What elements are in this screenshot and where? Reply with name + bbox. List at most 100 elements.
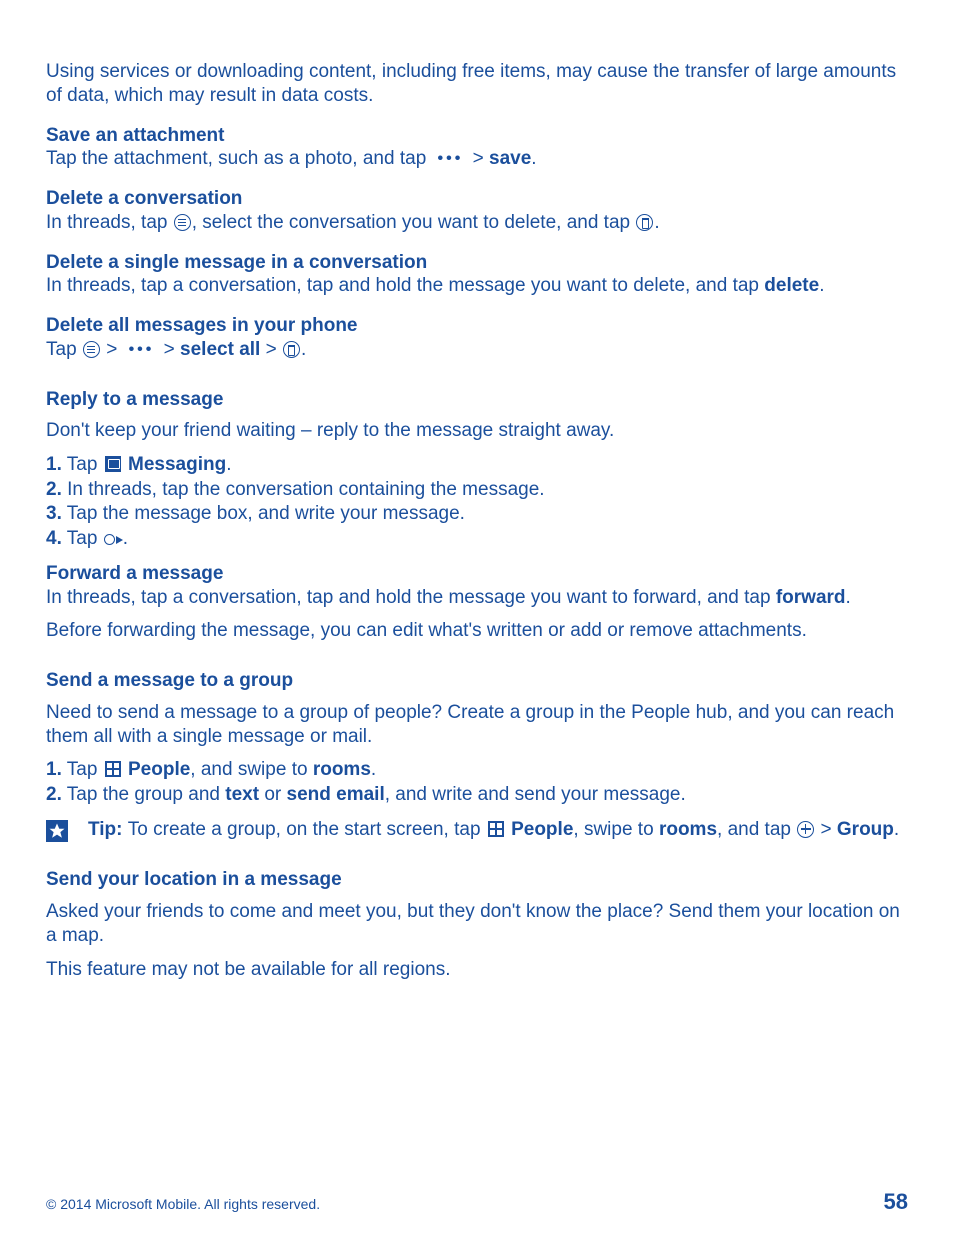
page-footer: © 2014 Microsoft Mobile. All rights rese… — [46, 1189, 908, 1215]
list-item: 2. Tap the group and text or send email,… — [46, 783, 908, 808]
heading-reply: Reply to a message — [46, 388, 908, 412]
text-fragment: . — [371, 759, 376, 780]
select-list-icon — [83, 341, 100, 358]
tip-label: Tip: — [88, 819, 128, 840]
label-delete: delete — [764, 275, 819, 296]
text-fragment: > — [473, 148, 489, 169]
steps-reply: 1. Tap Messaging. 2. In threads, tap the… — [46, 453, 908, 552]
label-rooms: rooms — [659, 819, 717, 840]
label-messaging: Messaging — [123, 454, 226, 475]
text-fragment: Tap the message box, and write your mess… — [62, 503, 465, 524]
step-number: 1. — [46, 759, 62, 780]
text-fragment: > — [164, 339, 180, 360]
text-fragment: , and write and send your message. — [385, 784, 686, 805]
step-number: 1. — [46, 454, 62, 475]
text-fragment: > — [106, 339, 122, 360]
text-fragment: , select the conversation you want to de… — [192, 212, 636, 233]
heading-delete-conversation: Delete a conversation — [46, 187, 908, 211]
text-fragment: , and swipe to — [190, 759, 313, 780]
tip-text: Tip: To create a group, on the start scr… — [80, 818, 899, 843]
label-select-all: select all — [180, 339, 260, 360]
text-location-1: Asked your friends to come and meet you,… — [46, 900, 908, 948]
text-fragment: . — [226, 454, 231, 475]
section-delete-conversation: Delete a conversation In threads, tap , … — [46, 187, 908, 235]
text-fragment: To create a group, on the start screen, … — [128, 819, 486, 840]
text-fragment: Tap the group and — [62, 784, 225, 805]
text-delete-single: In threads, tap a conversation, tap and … — [46, 274, 908, 298]
heading-location: Send your location in a message — [46, 868, 908, 892]
label-forward: forward — [776, 587, 846, 608]
text-fragment: In threads, tap a conversation, tap and … — [46, 275, 764, 296]
text-fragment: Tap — [46, 339, 82, 360]
label-group: Group — [837, 819, 894, 840]
trash-icon — [283, 341, 300, 358]
text-fragment: > — [815, 819, 837, 840]
label-people: People — [506, 819, 574, 840]
text-forward-1: In threads, tap a conversation, tap and … — [46, 586, 908, 610]
footer-page-number: 58 — [884, 1189, 908, 1215]
section-delete-all: Delete all messages in your phone Tap > … — [46, 314, 908, 362]
text-fragment: . — [301, 339, 306, 360]
text-fragment: . — [654, 212, 659, 233]
text-fragment: or — [259, 784, 286, 805]
label-save: save — [489, 148, 531, 169]
text-fragment: Tap the attachment, such as a photo, and… — [46, 148, 432, 169]
text-fragment: , and tap — [717, 819, 796, 840]
document-page: Using services or downloading content, i… — [0, 0, 954, 1257]
select-list-icon — [174, 214, 191, 231]
text-fragment: In threads, tap the conversation contain… — [62, 479, 545, 500]
heading-delete-single: Delete a single message in a conversatio… — [46, 251, 908, 275]
list-item: 1. Tap People, and swipe to rooms. — [46, 758, 908, 783]
text-delete-all: Tap > ••• > select all > . — [46, 338, 908, 362]
heading-delete-all: Delete all messages in your phone — [46, 314, 908, 338]
text-group-intro: Need to send a message to a group of peo… — [46, 701, 908, 749]
list-item: 3. Tap the message box, and write your m… — [46, 502, 908, 527]
text-reply-intro: Don't keep your friend waiting – reply t… — [46, 419, 908, 443]
step-number: 2. — [46, 784, 62, 805]
messaging-app-icon — [105, 456, 121, 472]
text-save-attachment: Tap the attachment, such as a photo, and… — [46, 147, 908, 171]
label-send-email: send email — [287, 784, 385, 805]
more-icon: ••• — [123, 340, 159, 360]
section-save-attachment: Save an attachment Tap the attachment, s… — [46, 124, 908, 172]
text-fragment: Tap — [62, 454, 103, 475]
people-app-icon — [488, 821, 504, 837]
text-delete-conversation: In threads, tap , select the conversatio… — [46, 211, 908, 235]
text-fragment: , swipe to — [573, 819, 659, 840]
text-fragment: Tap — [62, 528, 103, 549]
tip-star-icon — [46, 820, 68, 842]
intro-paragraph: Using services or downloading content, i… — [46, 60, 908, 108]
text-fragment: . — [846, 587, 851, 608]
text-fragment: In threads, tap a conversation, tap and … — [46, 587, 776, 608]
trash-icon — [636, 214, 653, 231]
text-fragment: Tap — [62, 759, 103, 780]
step-number: 2. — [46, 479, 62, 500]
section-delete-single: Delete a single message in a conversatio… — [46, 251, 908, 299]
text-fragment: In threads, tap — [46, 212, 173, 233]
heading-group: Send a message to a group — [46, 669, 908, 693]
step-number: 4. — [46, 528, 62, 549]
heading-save-attachment: Save an attachment — [46, 124, 908, 148]
text-fragment: . — [123, 528, 128, 549]
more-icon: ••• — [432, 149, 468, 169]
people-app-icon — [105, 761, 121, 777]
label-text: text — [225, 784, 259, 805]
footer-copyright: © 2014 Microsoft Mobile. All rights rese… — [46, 1196, 320, 1212]
tip-block: Tip: To create a group, on the start scr… — [46, 818, 908, 843]
text-fragment: . — [894, 819, 899, 840]
list-item: 1. Tap Messaging. — [46, 453, 908, 478]
text-location-2: This feature may not be available for al… — [46, 958, 908, 982]
step-number: 3. — [46, 503, 62, 524]
label-rooms: rooms — [313, 759, 371, 780]
text-fragment: . — [819, 275, 824, 296]
plus-icon — [797, 821, 814, 838]
list-item: 2. In threads, tap the conversation cont… — [46, 478, 908, 503]
text-forward-2: Before forwarding the message, you can e… — [46, 619, 908, 643]
label-people: People — [123, 759, 191, 780]
list-item: 4. Tap . — [46, 527, 908, 552]
steps-group: 1. Tap People, and swipe to rooms. 2. Ta… — [46, 758, 908, 807]
text-fragment: > — [266, 339, 282, 360]
send-icon — [104, 532, 122, 547]
heading-forward: Forward a message — [46, 562, 908, 586]
text-fragment: . — [531, 148, 536, 169]
